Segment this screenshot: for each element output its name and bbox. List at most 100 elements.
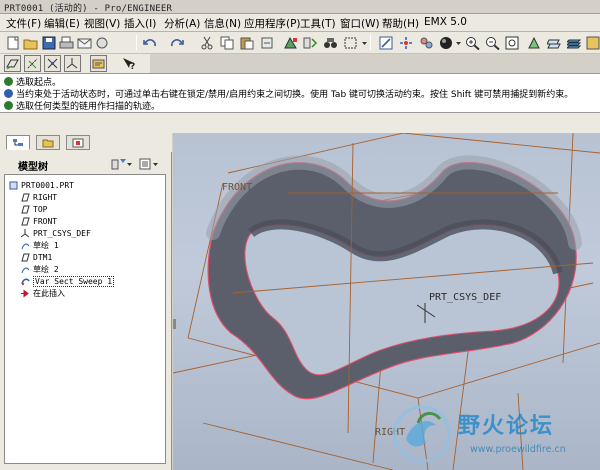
paste-icon[interactable] xyxy=(238,34,255,51)
zoom-in-icon[interactable] xyxy=(464,34,481,51)
menu-window[interactable]: 窗口(W) xyxy=(340,16,380,31)
menu-file[interactable]: 文件(F) xyxy=(6,16,41,31)
csys-icon xyxy=(21,229,30,238)
sketch-icon xyxy=(21,265,30,274)
zoom-out-icon[interactable] xyxy=(484,34,501,51)
navigator-tabs xyxy=(0,133,172,152)
svg-text:?: ? xyxy=(130,62,135,71)
watermark-title: 野火论坛 xyxy=(458,414,555,439)
datum-plane-icon xyxy=(21,253,30,262)
layers-icon[interactable] xyxy=(566,34,583,51)
find-icon[interactable] xyxy=(322,34,339,51)
front-datum-label: FRONT xyxy=(222,182,252,193)
show-menu-button[interactable] xyxy=(138,156,162,171)
datum-plane-icon xyxy=(21,205,30,214)
print-preview-icon[interactable] xyxy=(94,34,111,51)
tree-item-right[interactable]: RIGHT xyxy=(21,192,57,203)
folder-browser-tab[interactable] xyxy=(36,135,60,150)
watermark-url: www.proewildfire.cn xyxy=(470,444,566,455)
model-tree-tab[interactable] xyxy=(6,135,30,150)
paste-special-icon[interactable] xyxy=(258,34,275,51)
navigator-panel: 模型树 PRT0001.PRT RIGHT TOP FRONT PRT_CSYS… xyxy=(0,152,172,470)
tree-item-label: 在此插入 xyxy=(33,289,65,298)
sketch-icon xyxy=(21,241,30,250)
graphics-window[interactable]: FRONT PRT_CSYS_DEF RIGHT 野火论坛 www.proewi… xyxy=(173,133,600,470)
regenerate-icon[interactable] xyxy=(282,34,299,51)
tree-item-label: Var Sect Sweep 1 xyxy=(33,276,115,287)
message-line: 选取起点。 xyxy=(4,75,61,88)
menu-info[interactable]: 信息(N) xyxy=(204,16,241,31)
view-icon[interactable] xyxy=(584,34,600,51)
part-icon xyxy=(9,181,18,190)
panel-sash[interactable] xyxy=(173,319,176,329)
menu-applications[interactable]: 应用程序(P) xyxy=(244,16,301,31)
tree-item-csys[interactable]: PRT_CSYS_DEF xyxy=(21,228,91,239)
tree-item-label: 草绘 2 xyxy=(33,265,59,274)
insert-here-icon xyxy=(21,289,30,298)
tree-item-sketch-1[interactable]: 草绘 1 xyxy=(21,240,59,251)
csys-display-icon[interactable] xyxy=(64,55,81,72)
tree-item-sketch-2[interactable]: 草绘 2 xyxy=(21,264,59,275)
menu-analysis[interactable]: 分析(A) xyxy=(164,16,200,31)
spin-center-icon[interactable] xyxy=(398,34,415,51)
menu-insert[interactable]: 插入(I) xyxy=(124,16,156,31)
menu-edit[interactable]: 编辑(E) xyxy=(44,16,80,31)
refit-icon[interactable] xyxy=(504,34,521,51)
tree-item-part[interactable]: PRT0001.PRT xyxy=(9,180,74,191)
menu-bar: 文件(F) 编辑(E) 视图(V) 插入(I) 分析(A) 信息(N) 应用程序… xyxy=(0,14,600,32)
sweep-icon xyxy=(21,277,30,286)
tree-item-label: DTM1 xyxy=(33,253,53,262)
tree-item-top[interactable]: TOP xyxy=(21,204,47,215)
point-display-icon[interactable] xyxy=(44,55,61,72)
datum-plane-icon xyxy=(21,217,30,226)
datum-axis-display-icon[interactable] xyxy=(24,55,41,72)
tree-item-label: TOP xyxy=(33,205,48,214)
copy-icon[interactable] xyxy=(218,34,235,51)
model-tree-title: 模型树 xyxy=(18,162,48,173)
tree-item-label: 草绘 1 xyxy=(33,241,59,250)
datum-toolbar: ? xyxy=(0,54,150,73)
redo-icon[interactable] xyxy=(168,34,185,51)
regenerate-manager-icon[interactable] xyxy=(302,34,319,51)
save-icon[interactable] xyxy=(40,34,57,51)
tree-item-label: FRONT xyxy=(33,217,58,226)
tree-item-label: RIGHT xyxy=(33,193,58,202)
model-tree-header: 模型树 xyxy=(4,154,168,174)
window-title: PRT0001 (活动的) - Pro/ENGINEER xyxy=(4,4,173,14)
tree-item-front[interactable]: FRONT xyxy=(21,216,57,227)
tree-settings-button[interactable] xyxy=(110,156,134,171)
email-icon[interactable] xyxy=(76,34,93,51)
watermark-logo-icon xyxy=(393,405,451,463)
menu-emx[interactable]: EMX 5.0 xyxy=(424,16,467,28)
tree-item-var-sect-sweep[interactable]: Var Sect Sweep 1 xyxy=(21,276,115,287)
message-area: 选取起点。 当约束处于活动状态时，可通过单击右键在锁定/禁用/启用约束之间切换。… xyxy=(0,73,600,113)
new-icon[interactable] xyxy=(4,34,21,51)
tree-item-dtm1[interactable]: DTM1 xyxy=(21,252,52,263)
cut-icon[interactable] xyxy=(198,34,215,51)
tree-item-label: PRT0001.PRT xyxy=(21,181,74,190)
csys-datum-label: PRT_CSYS_DEF xyxy=(429,292,501,303)
menu-view[interactable]: 视图(V) xyxy=(84,16,120,31)
tree-item-label: PRT_CSYS_DEF xyxy=(33,229,91,238)
menu-tools[interactable]: 工具(T) xyxy=(300,16,336,31)
context-help-icon[interactable]: ? xyxy=(120,55,137,72)
annotation-display-icon[interactable] xyxy=(90,55,107,72)
undo-icon[interactable] xyxy=(142,34,159,51)
message-line: 当约束处于活动状态时，可通过单击右键在锁定/禁用/启用约束之间切换。使用 Tab… xyxy=(4,87,573,100)
orient-icon[interactable] xyxy=(526,34,543,51)
toolbar-separator xyxy=(136,35,137,50)
print-icon[interactable] xyxy=(58,34,75,51)
view-manager-icon[interactable] xyxy=(418,34,435,51)
repaint-icon[interactable] xyxy=(378,34,395,51)
title-bar: PRT0001 (活动的) - Pro/ENGINEER xyxy=(0,0,600,14)
tree-item-insert-here[interactable]: 在此插入 xyxy=(21,288,65,299)
open-icon[interactable] xyxy=(22,34,39,51)
toolbar-separator xyxy=(370,35,371,50)
message-text: 选取任何类型的链用作扫描的轨迹。 xyxy=(16,101,161,112)
datum-plane-display-icon[interactable] xyxy=(4,55,21,72)
saved-views-icon[interactable] xyxy=(546,34,563,51)
favorites-tab[interactable] xyxy=(66,135,90,150)
menu-help[interactable]: 帮助(H) xyxy=(382,16,419,31)
model-tree: PRT0001.PRT RIGHT TOP FRONT PRT_CSYS_DEF… xyxy=(4,174,166,464)
message-line: 选取任何类型的链用作扫描的轨迹。 xyxy=(4,99,161,112)
